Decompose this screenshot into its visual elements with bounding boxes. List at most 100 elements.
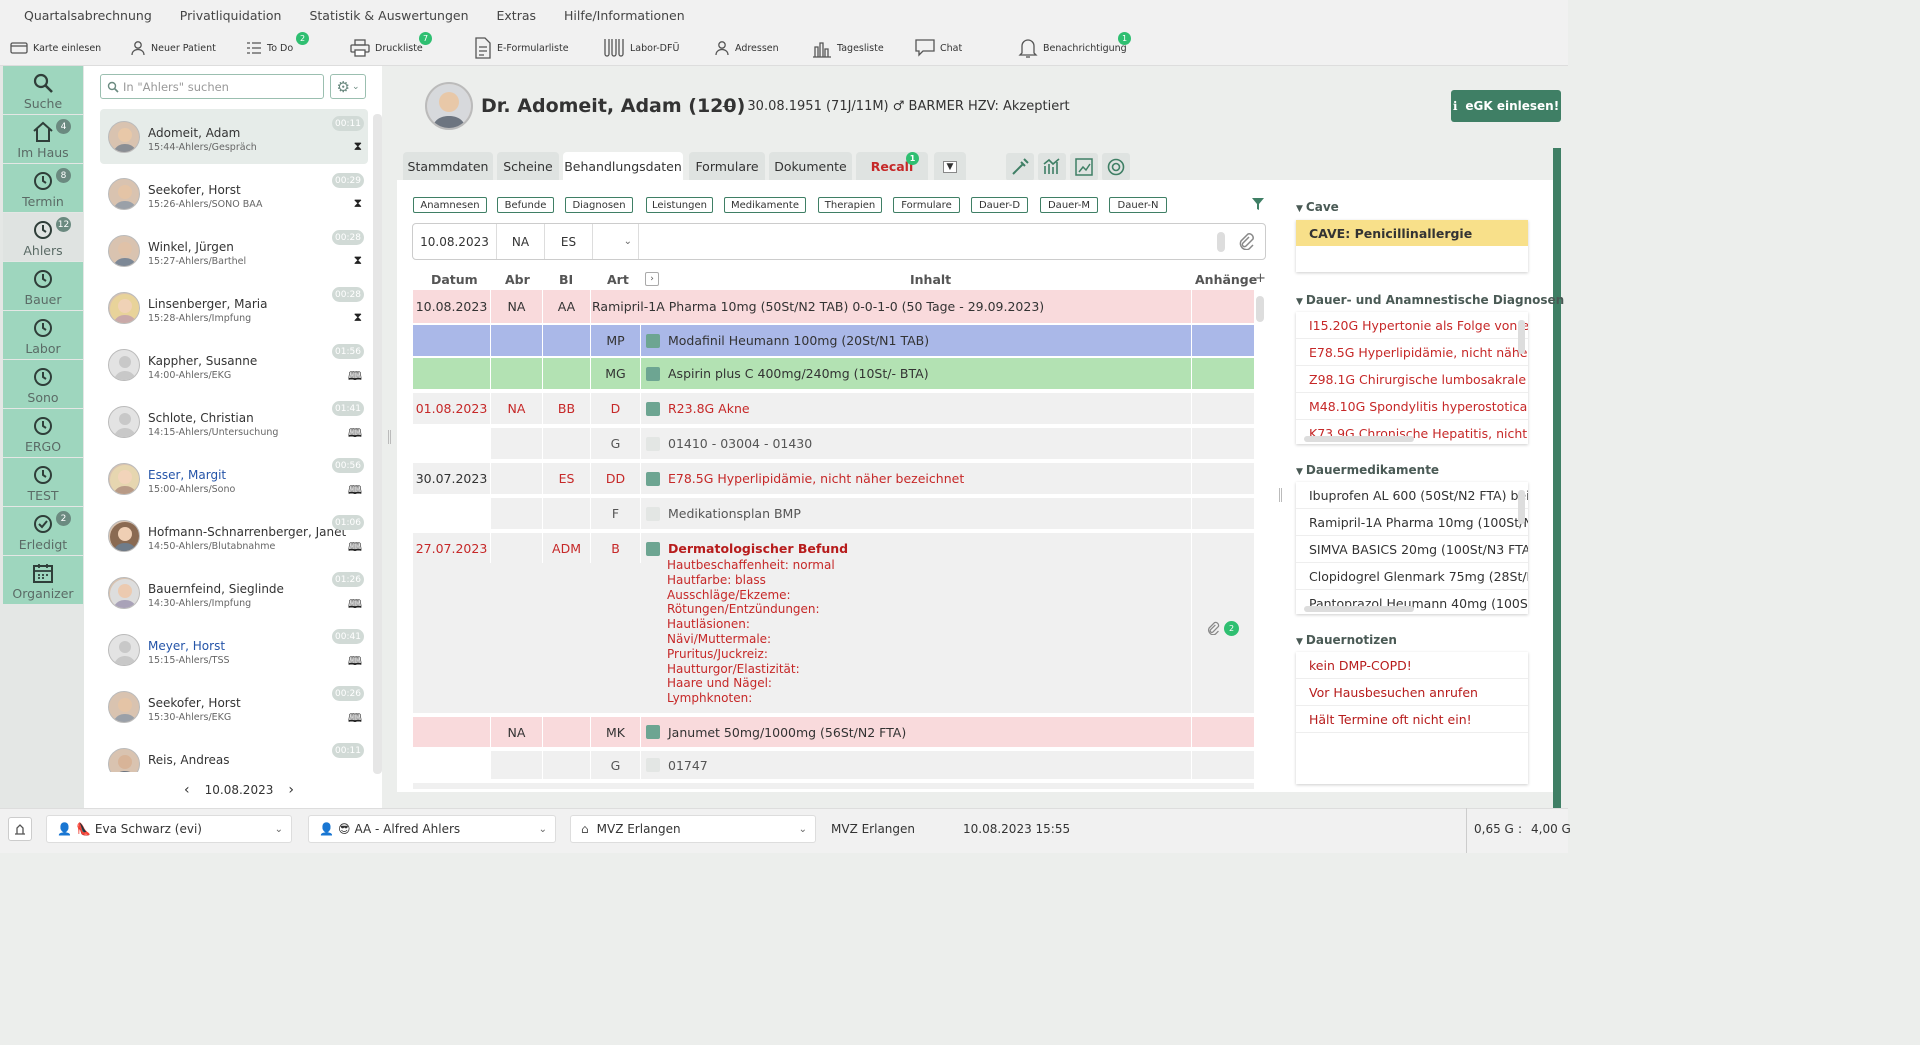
filter-leistungen[interactable]: Leistungen — [646, 197, 713, 213]
expand-icon[interactable]: › — [645, 272, 659, 286]
cycle-icon[interactable] — [1102, 153, 1130, 181]
neuer-patient-button[interactable]: Neuer Patient — [130, 30, 216, 66]
tab-recall[interactable]: Recall 1 — [856, 152, 928, 181]
filter-icon[interactable] — [1251, 197, 1265, 211]
entry-scrollbar[interactable] — [1217, 232, 1225, 252]
nav-bauer[interactable]: Bauer — [3, 262, 83, 310]
nav-termin[interactable]: 8 Termin — [3, 164, 83, 212]
nav-ahlers[interactable]: 12 Ahlers — [3, 213, 83, 261]
expand-icon[interactable] — [646, 506, 660, 521]
table-row[interactable]: MG Aspirin plus C 400mg/240mg (10St/- BT… — [413, 358, 1254, 389]
patient-row[interactable]: Kappher, Susanne 14:00-Ahlers/EKG 01:56 … — [100, 337, 368, 392]
patient-row[interactable]: Reis, Andreas 00:11 — [100, 736, 368, 772]
filter-dauer-n[interactable]: Dauer-N — [1109, 197, 1167, 213]
dauernotizen-header[interactable]: ▼ Dauernotizen — [1296, 633, 1397, 647]
tab-more-dropdown[interactable]: ▼ — [934, 152, 966, 181]
arzt-select[interactable]: 👤 😎 AA - Alfred Ahlers ⌄ — [308, 815, 556, 843]
nav-erledigt[interactable]: 2 Erledigt — [3, 507, 83, 555]
tab-scheine[interactable]: Scheine — [497, 152, 559, 181]
table-row[interactable]: 30.07.2023 ES DD E78.5G Hyperlipidämie, … — [413, 463, 1254, 494]
eformular-button[interactable]: E-Formularliste — [474, 30, 569, 66]
diagnosen-scrollbar[interactable] — [1518, 320, 1525, 354]
paperclip-icon[interactable] — [1206, 621, 1220, 638]
patient-row[interactable]: Adomeit, Adam 15:44-Ahlers/Gespräch 00:1… — [100, 109, 368, 164]
table-row[interactable]: G 01747 — [413, 751, 1254, 779]
patient-row[interactable]: Bauernfeind, Sieglinde 14:30-Ahlers/Impf… — [100, 565, 368, 620]
entry-bi-field[interactable]: ES — [545, 224, 593, 259]
druckliste-button[interactable]: Druckliste 7 — [350, 30, 432, 66]
list-date[interactable]: 10.08.2023 — [205, 783, 274, 797]
benachrichtigung-button[interactable]: Benachrichtigung 1 — [1018, 30, 1131, 66]
patient-search-input[interactable]: In "Ahlers" suchen — [100, 74, 324, 99]
splitter-handle[interactable] — [1279, 488, 1282, 502]
labor-dfue-button[interactable]: Labor-DFÜ — [603, 30, 679, 66]
filter-formulare[interactable]: Formulare — [893, 197, 960, 213]
medikament-item[interactable]: Clopidogrel Glenmark 75mg (28St/N — [1296, 563, 1528, 590]
col-abr[interactable]: Abr — [505, 272, 530, 287]
patient-row[interactable]: Seekofer, Horst 15:30-Ahlers/EKG 00:26 🕮 — [100, 679, 368, 734]
menu-privatliquidation[interactable]: Privatliquidation — [166, 8, 296, 23]
chevron-left-icon[interactable]: ‹ — [184, 782, 190, 798]
chat-button[interactable]: Chat — [915, 30, 962, 66]
medikament-item[interactable]: SIMVA BASICS 20mg (100St/N3 FTA) — [1296, 536, 1528, 563]
patient-row[interactable]: Winkel, Jürgen 15:27-Ahlers/Barthel 00:2… — [100, 223, 368, 278]
patient-row[interactable]: Meyer, Horst 15:15-Ahlers/TSS 00:41 🕮 — [100, 622, 368, 677]
dauermedikamente-header[interactable]: ▼ Dauermedikamente — [1296, 463, 1439, 477]
patient-list-scrollbar[interactable] — [373, 114, 382, 774]
notiz-item[interactable]: kein DMP-COPD! — [1296, 652, 1528, 679]
expand-icon[interactable] — [646, 758, 660, 772]
patient-row[interactable]: Seekofer, Horst 15:26-Ahlers/SONO BAA 00… — [100, 166, 368, 221]
karte-einlesen-button[interactable]: Karte einlesen — [10, 30, 101, 66]
tagesliste-button[interactable]: Tagesliste — [812, 30, 884, 66]
add-icon[interactable]: + — [1255, 271, 1266, 286]
tab-behandlungsdaten[interactable]: Behandlungsdaten — [563, 152, 683, 181]
user-select[interactable]: 👤 👠 Eva Schwarz (evi) ⌄ — [46, 815, 292, 843]
patient-row[interactable]: Esser, Margit 15:00-Ahlers/Sono 00:56 🕮 — [100, 451, 368, 506]
table-row[interactable]: G 01410 - 03004 - 01430 — [413, 428, 1254, 459]
diagnosen-hscrollbar[interactable] — [1304, 436, 1414, 442]
diagnosen-header[interactable]: ▼ Dauer- und Anamnestische Diagnosen — [1296, 293, 1564, 307]
menu-quartalsabrechnung[interactable]: Quartalsabrechnung — [10, 8, 166, 23]
nav-im-haus[interactable]: 4 Im Haus — [3, 115, 83, 163]
menu-hilfe[interactable]: Hilfe/Informationen — [550, 8, 699, 23]
col-bi[interactable]: BI — [559, 272, 573, 287]
entry-content-input[interactable] — [639, 224, 1215, 259]
chevron-right-icon[interactable]: › — [288, 782, 294, 798]
nav-organizer[interactable]: Organizer — [3, 556, 83, 604]
col-anhaenge[interactable]: Anhänge — [1195, 272, 1257, 287]
col-datum[interactable]: Datum — [431, 272, 478, 287]
entry-abr-field[interactable]: NA — [497, 224, 545, 259]
list-settings-button[interactable]: ⚙ ⌄ — [330, 74, 366, 99]
notiz-item[interactable]: Vor Hausbesuchen anrufen — [1296, 679, 1528, 706]
collapse-icon[interactable] — [646, 471, 660, 486]
medikament-item[interactable]: Ramipril-1A Pharma 10mg (100St/N3 — [1296, 509, 1528, 536]
collapse-icon[interactable] — [646, 401, 660, 416]
egk-einlesen-button[interactable]: ℹ eGK einlesen! — [1451, 90, 1561, 122]
filter-medikamente[interactable]: Medikamente — [724, 197, 806, 213]
nav-suche[interactable]: Suche — [3, 66, 83, 114]
patient-row[interactable]: Schlote, Christian 14:15-Ahlers/Untersuc… — [100, 394, 368, 449]
collapse-icon[interactable] — [646, 366, 660, 381]
expand-icon[interactable] — [646, 436, 660, 451]
standort-select[interactable]: ⌂ MVZ Erlangen ⌄ — [570, 815, 816, 843]
nav-ergo[interactable]: ERGO — [3, 409, 83, 457]
col-inhalt[interactable]: Inhalt — [910, 272, 951, 287]
menu-statistik[interactable]: Statistik & Auswertungen — [295, 8, 482, 23]
diagnose-item[interactable]: M48.10G Spondylitis hyperostotica [ — [1296, 393, 1528, 420]
col-art[interactable]: Art — [607, 272, 629, 287]
growth-chart-icon[interactable] — [1070, 153, 1098, 181]
patient-row[interactable]: Linsenberger, Maria 15:28-Ahlers/Impfung… — [100, 280, 368, 335]
filter-dauer-m[interactable]: Dauer-M — [1040, 197, 1098, 213]
table-scrollbar[interactable] — [1256, 296, 1264, 322]
diagnose-item[interactable]: E78.5G Hyperlipidämie, nicht näher — [1296, 339, 1528, 366]
medikament-item[interactable]: Ibuprofen AL 600 (50St/N2 FTA) bei B — [1296, 482, 1528, 509]
filter-anamnesen[interactable]: Anamnesen — [413, 197, 487, 213]
menu-extras[interactable]: Extras — [483, 8, 551, 23]
filter-befunde[interactable]: Befunde — [497, 197, 554, 213]
splitter-handle[interactable] — [388, 430, 391, 444]
table-row[interactable]: NA MK Janumet 50mg/1000mg (56St/N2 FTA) — [413, 717, 1254, 747]
table-row[interactable]: F Medikationsplan BMP — [413, 498, 1254, 529]
lock-button[interactable] — [8, 817, 32, 841]
filter-diagnosen[interactable]: Diagnosen — [565, 197, 633, 213]
filter-dauer-d[interactable]: Dauer-D — [971, 197, 1028, 213]
